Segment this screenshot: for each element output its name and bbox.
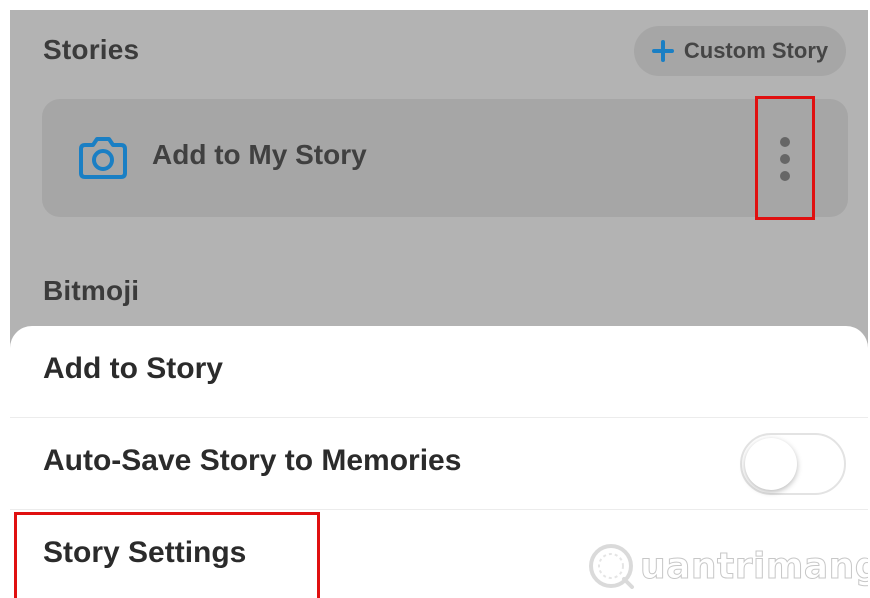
toggle-knob [745, 438, 797, 490]
plus-icon [651, 40, 674, 62]
add-to-story-item[interactable]: Add to Story [10, 326, 868, 418]
more-options-highlight [755, 96, 815, 220]
camera-icon [79, 137, 127, 179]
watermark-text: uantrimang [639, 545, 868, 587]
auto-save-toggle[interactable] [740, 433, 846, 495]
story-options-sheet: Add to Story Auto-Save Story to Memories… [10, 326, 868, 598]
bitmoji-section-title: Bitmoji [43, 275, 140, 306]
custom-story-label: Custom Story [683, 38, 829, 63]
watermark-q-icon [589, 544, 634, 589]
stories-section-title: Stories [43, 34, 140, 65]
add-to-my-story-label: Add to My Story [152, 139, 367, 170]
custom-story-button[interactable]: Custom Story [634, 26, 846, 76]
auto-save-story-label: Auto-Save Story to Memories [43, 444, 462, 477]
watermark: uantrimang [586, 540, 868, 592]
add-to-my-story-card[interactable]: Add to My Story [42, 99, 848, 217]
add-to-story-label: Add to Story [43, 352, 223, 385]
story-settings-highlight [14, 512, 320, 598]
